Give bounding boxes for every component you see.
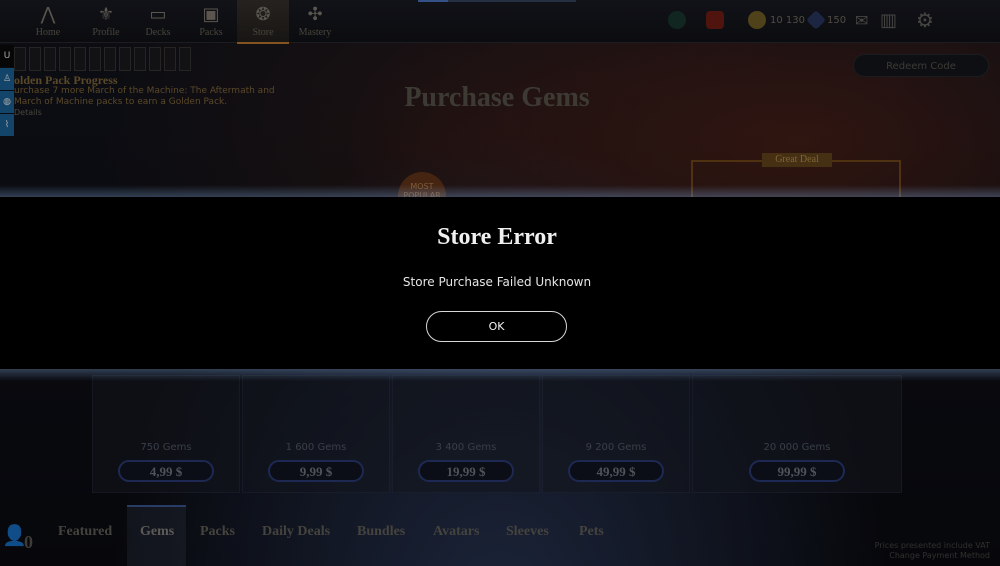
gem-offer-card[interactable]: 9 200 Gems 49,99 $ xyxy=(542,375,690,493)
tab-bundles[interactable]: Bundles xyxy=(357,524,405,540)
pack-slot xyxy=(44,47,56,71)
price-button[interactable]: 4,99 $ xyxy=(118,460,214,482)
settings-button[interactable]: ⚙ xyxy=(916,8,934,32)
ok-button[interactable]: OK xyxy=(426,311,567,342)
gold-balance[interactable]: 10 130 xyxy=(748,8,805,32)
friends-count: 0 xyxy=(24,532,33,552)
side-tab-u[interactable]: U xyxy=(0,45,14,67)
gem-balance[interactable]: 150 xyxy=(806,8,846,32)
codex-button[interactable]: ▥ xyxy=(880,8,897,32)
nav-profile[interactable]: ⚜ Profile xyxy=(80,0,132,42)
golden-pack-slots xyxy=(14,47,191,71)
pack-slot xyxy=(74,47,86,71)
nav-mastery[interactable]: ✣ Mastery xyxy=(289,0,341,42)
decks-icon: ▭ xyxy=(149,4,167,25)
pack-slot xyxy=(59,47,71,71)
page-title: Purchase Gems xyxy=(404,82,590,113)
pack-slot xyxy=(134,47,146,71)
dialog-message: Store Purchase Failed Unknown xyxy=(402,275,592,289)
price-note: Prices presented include VAT Change Paym… xyxy=(875,541,990,561)
mail-button[interactable]: ✉ xyxy=(855,8,868,32)
event-button[interactable] xyxy=(706,8,724,32)
tab-pets[interactable]: Pets xyxy=(579,524,604,540)
nav-home[interactable]: ⋀ Home xyxy=(22,0,74,42)
mastery-icon: ✣ xyxy=(307,4,323,25)
tab-avatars[interactable]: Avatars xyxy=(433,524,479,540)
book-icon: ▥ xyxy=(880,9,898,31)
price-button[interactable]: 99,99 $ xyxy=(749,460,845,482)
wildcard-icon xyxy=(668,11,686,29)
gem-offer-card[interactable]: 3 400 Gems 19,99 $ xyxy=(392,375,540,493)
gem-amount: 3 400 Gems xyxy=(435,442,497,453)
tab-gems[interactable]: Gems xyxy=(140,524,174,540)
pack-slot xyxy=(14,47,26,71)
tab-daily-deals[interactable]: Daily Deals xyxy=(262,524,330,540)
nav-packs[interactable]: ▣ Packs xyxy=(185,0,237,42)
packs-icon: ▣ xyxy=(202,4,220,25)
pack-slot xyxy=(29,47,41,71)
pack-slot xyxy=(89,47,101,71)
profile-icon: ⚜ xyxy=(97,4,115,25)
gold-icon xyxy=(748,11,766,29)
gem-amount: 9 200 Gems xyxy=(585,442,647,453)
tab-featured[interactable]: Featured xyxy=(58,524,112,540)
mail-icon: ✉ xyxy=(855,10,869,30)
planeswalker-icon: ⋀ xyxy=(40,4,56,25)
gear-icon: ⚙ xyxy=(916,8,934,32)
top-nav: ⋀ Home ⚜ Profile ▭ Decks ▣ Packs ❂ Store… xyxy=(0,0,1000,44)
store-icon: ❂ xyxy=(255,4,271,25)
redeem-code-button[interactable]: Redeem Code xyxy=(853,54,989,77)
wildcard-button[interactable] xyxy=(668,8,686,32)
gem-offer-card[interactable]: 750 Gems 4,99 $ xyxy=(92,375,240,493)
gem-amount: 20 000 Gems xyxy=(763,442,831,453)
gem-offer-card[interactable]: 20 000 Gems 99,99 $ xyxy=(692,375,902,493)
great-deal-badge: Great Deal xyxy=(762,153,832,167)
pack-slot xyxy=(179,47,191,71)
price-button[interactable]: 9,99 $ xyxy=(268,460,364,482)
gem-icon xyxy=(806,10,826,30)
gem-amount: 750 Gems xyxy=(140,442,192,453)
pack-slot xyxy=(119,47,131,71)
nav-store[interactable]: ❂ Store xyxy=(237,0,289,44)
nav-decks[interactable]: ▭ Decks xyxy=(132,0,184,42)
tab-sleeves[interactable]: Sleeves xyxy=(506,524,549,540)
side-tab-stats[interactable]: ⌇ xyxy=(0,114,14,136)
vat-note: Prices presented include VAT xyxy=(874,541,990,550)
price-button[interactable]: 19,99 $ xyxy=(418,460,514,482)
chart-icon: ⌇ xyxy=(4,120,10,130)
pack-slot xyxy=(149,47,161,71)
price-button[interactable]: 49,99 $ xyxy=(568,460,664,482)
top-progress-fill xyxy=(418,0,448,2)
tab-packs[interactable]: Packs xyxy=(200,524,235,540)
gem-amount: 1 600 Gems xyxy=(285,442,347,453)
lotus-icon xyxy=(706,11,724,29)
change-payment-link[interactable]: Change Payment Method xyxy=(875,551,990,561)
store-error-dialog: Store Error Store Purchase Failed Unknow… xyxy=(0,185,1000,381)
pack-slot xyxy=(164,47,176,71)
dialog-title: Store Error xyxy=(437,224,557,250)
pack-slot xyxy=(104,47,116,71)
gem-offer-card[interactable]: 1 600 Gems 9,99 $ xyxy=(242,375,390,493)
